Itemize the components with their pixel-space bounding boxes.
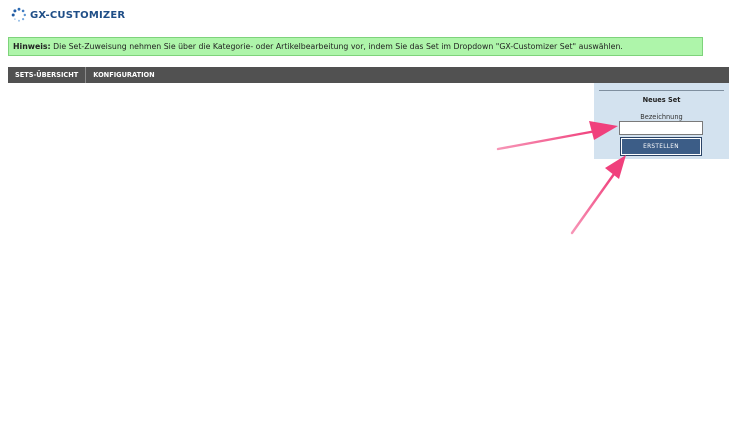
annotation-arrows	[496, 121, 626, 235]
name-input[interactable]	[619, 121, 703, 135]
app-logo: GX-CUSTOMIZER	[11, 6, 125, 24]
new-set-panel: Neues Set Bezeichnung ERSTELLEN	[594, 83, 729, 159]
new-set-title: Neues Set	[642, 96, 681, 104]
dotted-ring-icon	[11, 7, 26, 22]
panel-divider	[599, 90, 724, 91]
arrow-to-button-icon	[570, 155, 626, 235]
hint-notice: Hinweis: Die Set-Zuweisung nehmen Sie üb…	[8, 37, 703, 56]
create-button[interactable]: ERSTELLEN	[620, 137, 702, 156]
name-field-label: Bezeichnung	[640, 113, 683, 121]
hint-label: Hinweis:	[13, 42, 51, 51]
tab-configuration[interactable]: KONFIGURATION	[86, 67, 161, 83]
hint-text: Die Set-Zuweisung nehmen Sie über die Ka…	[50, 42, 623, 51]
tab-bar: SETS-ÜBERSICHT KONFIGURATION	[8, 67, 729, 83]
tab-sets-overview[interactable]: SETS-ÜBERSICHT	[8, 67, 87, 83]
app-title: GX-CUSTOMIZER	[30, 9, 126, 21]
